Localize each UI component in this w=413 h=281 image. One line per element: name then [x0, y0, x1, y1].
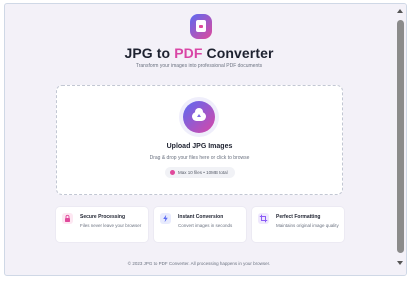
vertical-scrollbar[interactable] [394, 4, 406, 275]
browser-window: JPG to PDF Converter Transform your imag… [4, 3, 407, 276]
page-title: JPG to PDF Converter [124, 45, 274, 61]
feature-desc: Files never leave your browser [80, 223, 142, 228]
scroll-down-arrow-icon[interactable] [397, 261, 403, 265]
feature-title: Secure Processing [80, 214, 126, 220]
feature-title: Perfect Formatting [276, 214, 321, 220]
feature-card-formatting: Perfect Formatting Maintains original im… [252, 207, 344, 242]
cloud-upload-icon[interactable] [183, 101, 215, 133]
footer-text: © 2023 JPG to PDF Converter. All process… [127, 261, 271, 266]
scroll-up-arrow-icon[interactable] [397, 9, 403, 13]
scrollbar-thumb[interactable] [397, 20, 404, 253]
feature-desc: Maintains original image quality [276, 223, 339, 228]
title-accent: PDF [174, 45, 203, 61]
feature-desc: Convert images in seconds [178, 223, 233, 228]
upload-dropzone[interactable]: Upload JPG Images Drag & drop your files… [56, 85, 343, 195]
upload-hint: Drag & drop your files here or click to … [149, 155, 250, 161]
info-dot-icon [170, 170, 175, 175]
feature-card-secure: Secure Processing Files never leave your… [56, 207, 148, 242]
file-limit-badge: Max 10 files • 10MB total [165, 167, 235, 178]
page-subtitle: Transform your images into professional … [135, 63, 263, 69]
feature-title: Instant Conversion [178, 214, 224, 220]
crop-icon [258, 213, 269, 224]
lightning-icon [160, 213, 171, 224]
page-content: JPG to PDF Converter Transform your imag… [5, 4, 393, 275]
pdf-document-icon [190, 14, 212, 39]
feature-card-instant: Instant Conversion Convert images in sec… [154, 207, 246, 242]
lock-icon [62, 213, 73, 224]
upload-title: Upload JPG Images [166, 143, 233, 150]
